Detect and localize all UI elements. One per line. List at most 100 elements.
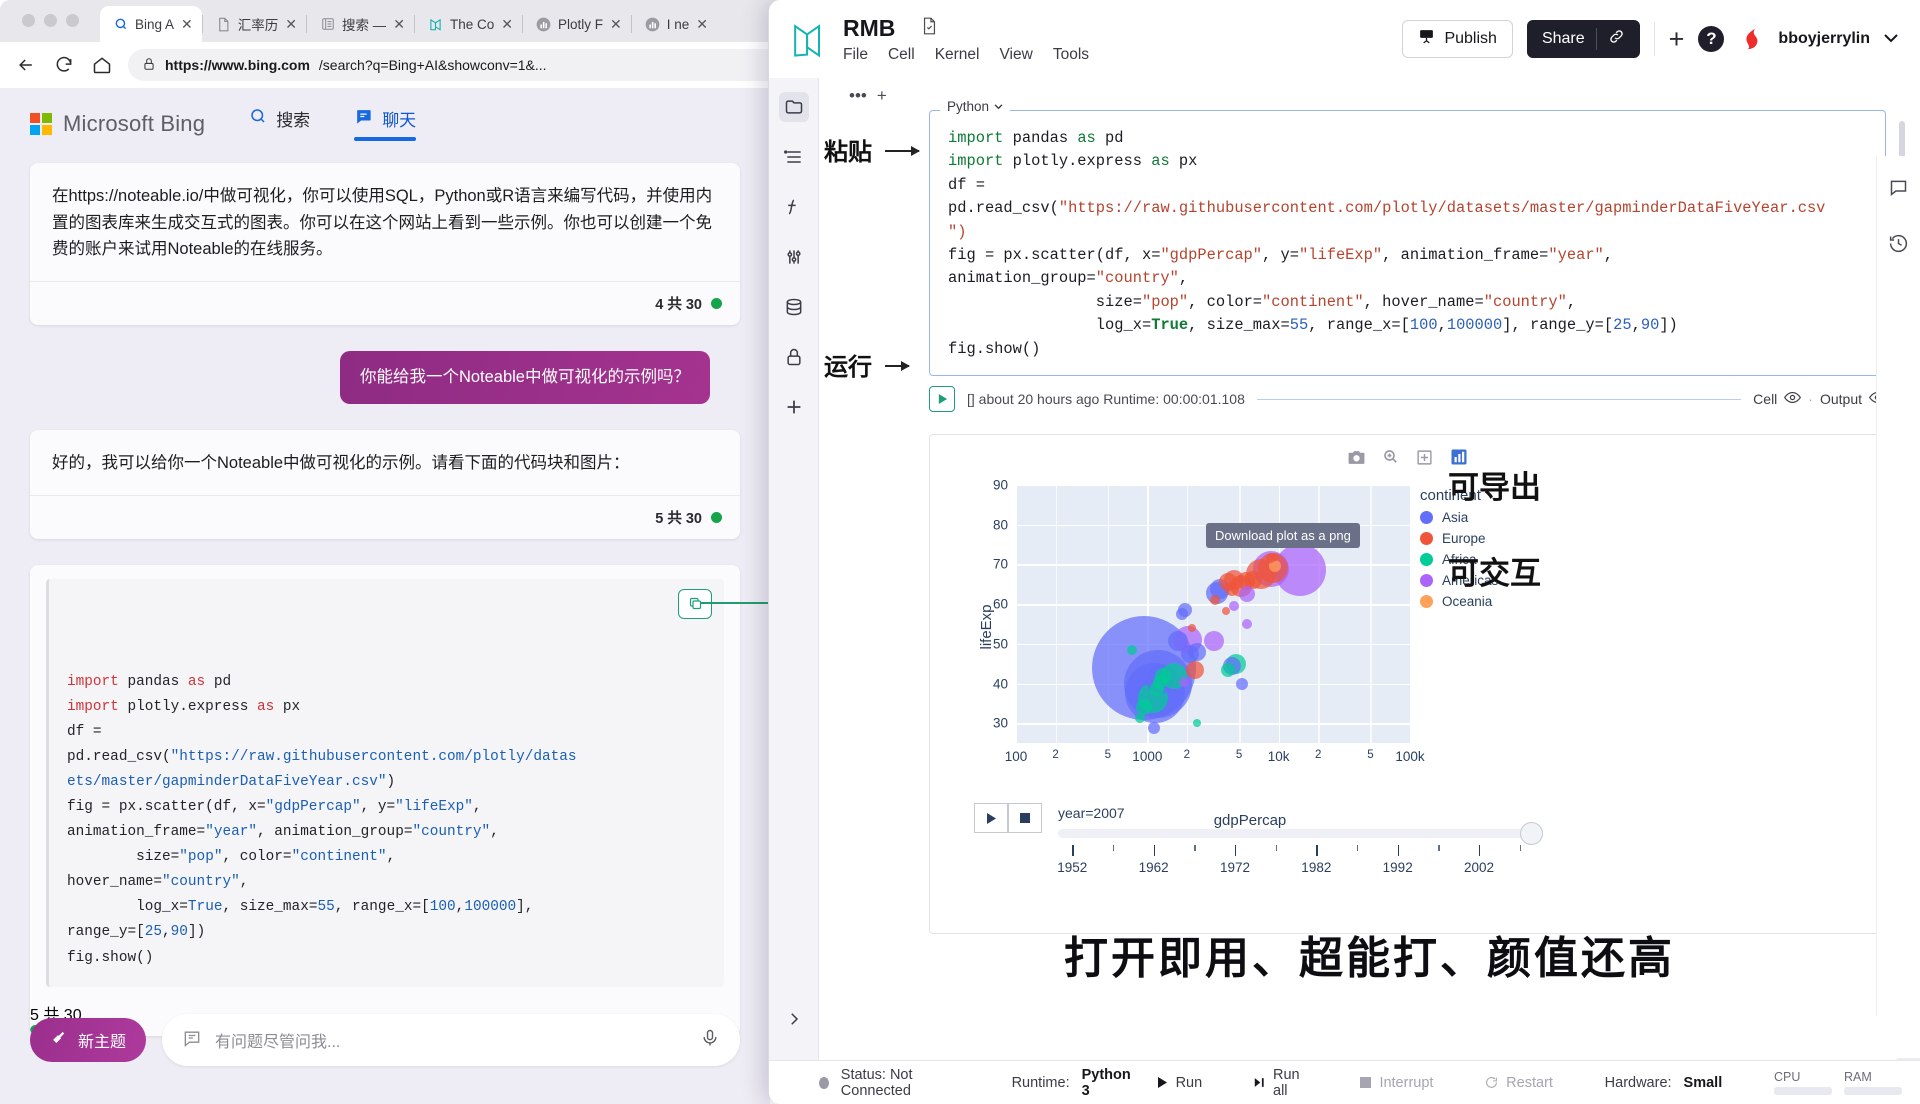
slider-tick: [1072, 845, 1074, 857]
cell-more-icon[interactable]: •••: [849, 86, 867, 106]
minimize-window-button[interactable]: [44, 14, 57, 27]
secrets-lock-icon[interactable]: [779, 342, 809, 372]
legend-item-oceania[interactable]: Oceania: [1420, 594, 1540, 609]
files-icon[interactable]: [778, 92, 809, 122]
close-tab-icon[interactable]: ✕: [696, 17, 708, 31]
expand-rail-icon[interactable]: [779, 1004, 809, 1034]
hardware-value[interactable]: Small: [1684, 1075, 1723, 1091]
reload-icon[interactable]: [52, 53, 76, 77]
menu-item-tools[interactable]: Tools: [1053, 46, 1089, 64]
new-topic-button[interactable]: 新主题: [30, 1018, 147, 1062]
scatter-point[interactable]: [1203, 630, 1224, 651]
run-cell-button[interactable]: [929, 386, 955, 413]
scatter-point[interactable]: [1178, 676, 1189, 687]
slider-track[interactable]: [1058, 822, 1543, 846]
bing-tab-chat[interactable]: 聊天: [354, 106, 417, 141]
outline-list-icon[interactable]: [779, 142, 809, 172]
scatter-point[interactable]: [1148, 721, 1161, 734]
browser-tab-3[interactable]: 搜索 — ✕: [307, 6, 414, 42]
scatter-point[interactable]: [1241, 618, 1252, 629]
publish-button[interactable]: Publish: [1402, 20, 1513, 58]
close-tab-icon[interactable]: ✕: [285, 17, 297, 31]
legend-item-europe[interactable]: Europe: [1420, 531, 1540, 546]
stop-button[interactable]: [1008, 803, 1042, 834]
pan-icon[interactable]: [1415, 447, 1435, 467]
camera-icon[interactable]: [1347, 447, 1367, 467]
avatar[interactable]: [1738, 26, 1764, 52]
add-new-button[interactable]: +: [1669, 25, 1685, 53]
notebook-file-icon[interactable]: [921, 16, 938, 41]
scatter-point[interactable]: [1135, 713, 1146, 724]
eye-icon[interactable]: [1784, 391, 1802, 407]
browser-tab-5[interactable]: Plotly F ✕: [523, 6, 631, 42]
window-traffic-lights[interactable]: [22, 14, 79, 27]
cell-source-code[interactable]: import pandas as pd import plotly.express…: [930, 111, 1885, 375]
scatter-point[interactable]: [1222, 607, 1231, 616]
scatter-point[interactable]: [1149, 682, 1164, 697]
noteable-logo-icon[interactable]: [787, 17, 829, 61]
run-all-button[interactable]: Run all: [1254, 1067, 1309, 1099]
menu-item-kernel[interactable]: Kernel: [935, 46, 980, 64]
legend-item-asia[interactable]: Asia: [1420, 510, 1540, 525]
formula-icon[interactable]: [779, 192, 809, 222]
animation-slider[interactable]: year=2007 1952 1962 1972 1982 1992 2002: [1057, 803, 1543, 879]
scatter-point[interactable]: [1220, 662, 1235, 677]
noteable-menubar[interactable]: File Cell Kernel View Tools: [843, 46, 1089, 64]
code-cell[interactable]: Python import pandas as pd import plotly.…: [929, 99, 1905, 377]
database-icon[interactable]: [779, 292, 809, 322]
help-icon[interactable]: ?: [1698, 26, 1725, 52]
animation-buttons[interactable]: [974, 803, 1042, 834]
scatter-point[interactable]: [1238, 586, 1255, 603]
interrupt-button[interactable]: Interrupt: [1360, 1075, 1433, 1091]
microphone-icon[interactable]: [700, 1028, 720, 1053]
close-tab-icon[interactable]: ✕: [610, 17, 622, 31]
cell-language-selector[interactable]: Python: [940, 99, 1011, 114]
browser-tab-2[interactable]: 汇率历 ✕: [203, 6, 306, 42]
bing-tab-search[interactable]: 搜索: [249, 106, 310, 141]
close-tab-icon[interactable]: ✕: [181, 17, 193, 31]
cell-visibility-toggles[interactable]: Cell · Output: [1753, 391, 1886, 407]
menu-item-cell[interactable]: Cell: [888, 46, 915, 64]
scatter-point[interactable]: [1188, 642, 1207, 661]
scatter-point[interactable]: [1229, 601, 1240, 612]
close-tab-icon[interactable]: ✕: [393, 17, 405, 31]
browser-tabs[interactable]: Bing A ✕ 汇率历 ✕ 搜索 — ✕ The Co ✕ Plotly F ✕ I ne ✕: [100, 6, 717, 42]
scatter-point[interactable]: [1271, 553, 1280, 562]
scatter-point[interactable]: [1136, 698, 1153, 715]
home-icon[interactable]: [90, 53, 114, 77]
browser-tab-1[interactable]: Bing A ✕: [100, 6, 202, 42]
history-icon[interactable]: [1884, 228, 1914, 258]
add-panel-icon[interactable]: [779, 392, 809, 422]
runtime-value[interactable]: Python 3: [1082, 1067, 1132, 1099]
scatter-point[interactable]: [1185, 660, 1204, 679]
link-icon[interactable]: [1608, 28, 1634, 50]
scatter-point[interactable]: [1188, 623, 1197, 632]
scatter-point[interactable]: [1210, 595, 1221, 606]
maximize-window-button[interactable]: [66, 14, 79, 27]
close-tab-icon[interactable]: ✕: [501, 17, 513, 31]
play-button[interactable]: [974, 803, 1008, 834]
comments-panel-icon[interactable]: [1884, 172, 1914, 202]
scatter-point[interactable]: [1224, 582, 1239, 597]
back-icon[interactable]: [14, 53, 38, 77]
scatter-point[interactable]: [1176, 608, 1189, 621]
microsoft-bing-logo[interactable]: Microsoft Bing: [30, 111, 205, 137]
close-window-button[interactable]: [22, 14, 35, 27]
scatter-point[interactable]: [1126, 644, 1137, 655]
share-button[interactable]: Share: [1526, 20, 1640, 58]
browser-tab-6[interactable]: I ne ✕: [632, 6, 717, 42]
plotly-figure[interactable]: lifeExp 30 40 50 60 70 80 90 100 1000 10k 100k 2 5 2 5…: [970, 477, 1530, 830]
chevron-down-icon[interactable]: [1884, 30, 1898, 48]
zoom-icon[interactable]: [1381, 447, 1401, 467]
cell-add-icon[interactable]: +: [877, 86, 887, 106]
scatter-point[interactable]: [1193, 719, 1202, 728]
settings-sliders-icon[interactable]: [779, 242, 809, 272]
ask-input-wrapper[interactable]: 有问题尽管问我...: [162, 1014, 740, 1066]
restart-button[interactable]: Restart: [1485, 1075, 1553, 1091]
slider-handle[interactable]: [1520, 822, 1543, 846]
run-button[interactable]: Run: [1156, 1075, 1202, 1091]
scatter-point[interactable]: [1236, 677, 1249, 690]
menu-item-file[interactable]: File: [843, 46, 868, 64]
menu-item-view[interactable]: View: [1000, 46, 1033, 64]
browser-tab-4[interactable]: The Co ✕: [415, 6, 522, 42]
